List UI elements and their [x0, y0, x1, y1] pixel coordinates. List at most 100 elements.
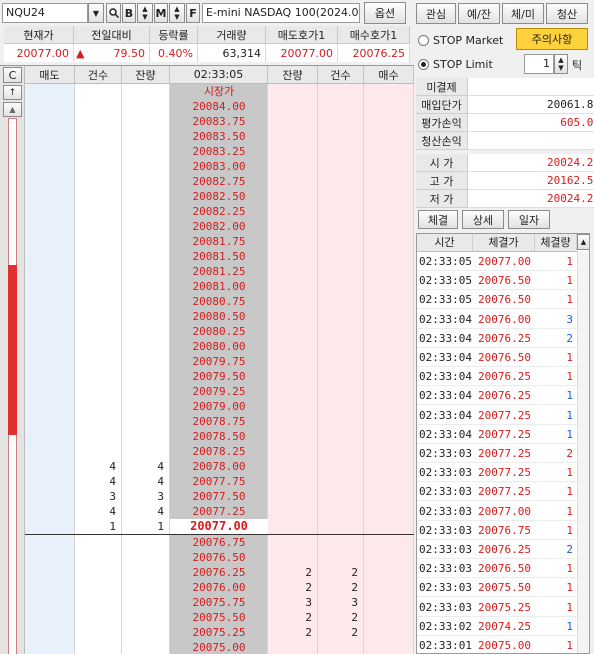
book-row-ask[interactable]: 20082.00: [25, 219, 414, 234]
price-level[interactable]: 20080.00: [170, 339, 268, 354]
price-level[interactable]: 20075.00: [170, 640, 268, 654]
price-level[interactable]: 20082.50: [170, 189, 268, 204]
price-level[interactable]: 20083.50: [170, 129, 268, 144]
price-level[interactable]: 20079.25: [170, 384, 268, 399]
price-level[interactable]: 20078.00: [170, 459, 268, 474]
notice-button[interactable]: 주의사항: [516, 28, 588, 50]
price-level[interactable]: 20083.00: [170, 159, 268, 174]
book-row-ask[interactable]: 4 4 20077.25: [25, 504, 414, 519]
stop-market-radio[interactable]: STOP Market: [418, 32, 518, 48]
sell-count-value: [75, 174, 122, 189]
price-level[interactable]: 20082.00: [170, 219, 268, 234]
book-row-ask[interactable]: 20083.25: [25, 144, 414, 159]
book-row-bid[interactable]: 20076.50: [25, 550, 414, 565]
price-level[interactable]: 20076.00: [170, 580, 268, 595]
book-row-ask[interactable]: 1 1 20077.00: [25, 519, 414, 534]
book-row-ask[interactable]: 20083.75: [25, 114, 414, 129]
price-level[interactable]: 20081.50: [170, 249, 268, 264]
trade-qty: 1: [566, 504, 573, 518]
book-row-ask[interactable]: 20078.75: [25, 414, 414, 429]
book-row-ask[interactable]: 20079.00: [25, 399, 414, 414]
book-row-bid[interactable]: 20076.75: [25, 535, 414, 550]
price-level[interactable]: 20078.50: [170, 429, 268, 444]
trade-qty-header: 체결량: [535, 234, 577, 252]
book-row-ask[interactable]: 20079.25: [25, 384, 414, 399]
price-level[interactable]: 20079.75: [170, 354, 268, 369]
book-row-ask[interactable]: 20083.00: [25, 159, 414, 174]
price-level[interactable]: 20076.25: [170, 565, 268, 580]
book-row-ask[interactable]: 20080.75: [25, 294, 414, 309]
trade-qty: 1: [566, 370, 573, 384]
book-row-ask[interactable]: 20079.50: [25, 369, 414, 384]
price-level[interactable]: 20076.75: [170, 535, 268, 550]
price-level[interactable]: 20083.75: [170, 114, 268, 129]
book-row-ask[interactable]: 20082.50: [25, 189, 414, 204]
book-row-ask[interactable]: 20084.00: [25, 99, 414, 114]
tab-deposit[interactable]: 예/잔: [458, 3, 500, 24]
price-level[interactable]: 20075.50: [170, 610, 268, 625]
book-row-ask[interactable]: 20081.50: [25, 249, 414, 264]
book-row-ask[interactable]: 20080.00: [25, 339, 414, 354]
book-row-ask[interactable]: 20081.25: [25, 264, 414, 279]
book-row-bid[interactable]: 20075.75 3 3: [25, 595, 414, 610]
buy-count-value: [318, 550, 364, 565]
price-level[interactable]: 20083.25: [170, 144, 268, 159]
price-level[interactable]: 20081.75: [170, 234, 268, 249]
price-level[interactable]: 20084.00: [170, 99, 268, 114]
price-level[interactable]: 20077.25: [170, 504, 268, 519]
book-row-ask[interactable]: 3 3 20077.50: [25, 489, 414, 504]
book-row-ask[interactable]: 4 4 20077.75: [25, 474, 414, 489]
clear-button[interactable]: C: [3, 67, 22, 83]
tab-fills[interactable]: 체/미: [502, 3, 544, 24]
tab-watchlist[interactable]: 관심: [416, 3, 456, 24]
price-level[interactable]: 20076.50: [170, 550, 268, 565]
trade-tab-fills[interactable]: 체결: [418, 210, 458, 229]
price-level[interactable]: 20079.50: [170, 369, 268, 384]
price-level[interactable]: 20078.25: [170, 444, 268, 459]
price-level[interactable]: 20075.75: [170, 595, 268, 610]
book-row-ask[interactable]: 4 4 20078.00: [25, 459, 414, 474]
book-row-ask[interactable]: 20083.50: [25, 129, 414, 144]
scroll-to-current-button[interactable]: ↑: [3, 85, 22, 100]
book-row-ask[interactable]: 20081.00: [25, 279, 414, 294]
price-level[interactable]: 20080.25: [170, 324, 268, 339]
price-level[interactable]: 20081.00: [170, 279, 268, 294]
price-level[interactable]: 20082.25: [170, 204, 268, 219]
book-row-bid[interactable]: 20076.00 2 2: [25, 580, 414, 595]
book-row-ask[interactable]: 20082.25: [25, 204, 414, 219]
stop-limit-radio[interactable]: STOP Limit: [418, 56, 518, 72]
book-row-ask[interactable]: 20080.50: [25, 309, 414, 324]
sell-remain-value: [122, 279, 170, 294]
book-row-bid[interactable]: 20076.25 2 2: [25, 565, 414, 580]
book-row-bid[interactable]: 20075.50 2 2: [25, 610, 414, 625]
price-level[interactable]: 20079.00: [170, 399, 268, 414]
price-level[interactable]: 20077.50: [170, 489, 268, 504]
book-time-header: 02:33:05: [170, 66, 268, 84]
market-order-row[interactable]: 시장가: [25, 84, 414, 99]
buy-remain-value: [268, 535, 318, 550]
book-row-ask[interactable]: 20080.25: [25, 324, 414, 339]
trade-tab-detail[interactable]: 상세: [462, 210, 504, 229]
price-level[interactable]: 20075.25: [170, 625, 268, 640]
scroll-up-button[interactable]: ▲: [3, 102, 22, 117]
trade-scroll-up-button[interactable]: ▲: [577, 234, 589, 250]
price-level[interactable]: 20078.75: [170, 414, 268, 429]
price-level[interactable]: 20082.75: [170, 174, 268, 189]
book-row-ask[interactable]: 20082.75: [25, 174, 414, 189]
book-row-ask[interactable]: 20078.50: [25, 429, 414, 444]
tab-liquidation[interactable]: 청산: [546, 3, 588, 24]
sell-remain-value: [122, 234, 170, 249]
trade-tab-date[interactable]: 일자: [508, 210, 550, 229]
price-level[interactable]: 20077.75: [170, 474, 268, 489]
price-level[interactable]: 20081.25: [170, 264, 268, 279]
book-row-bid[interactable]: 20075.00: [25, 640, 414, 654]
tick-spinner[interactable]: ▲ ▼: [554, 54, 568, 74]
book-row-ask[interactable]: 20079.75: [25, 354, 414, 369]
price-level[interactable]: 20080.75: [170, 294, 268, 309]
tick-input[interactable]: 1: [524, 54, 554, 74]
price-level[interactable]: 20080.50: [170, 309, 268, 324]
book-row-bid[interactable]: 20075.25 2 2: [25, 625, 414, 640]
price-level[interactable]: 20077.00: [170, 519, 268, 534]
book-row-ask[interactable]: 20078.25: [25, 444, 414, 459]
book-row-ask[interactable]: 20081.75: [25, 234, 414, 249]
